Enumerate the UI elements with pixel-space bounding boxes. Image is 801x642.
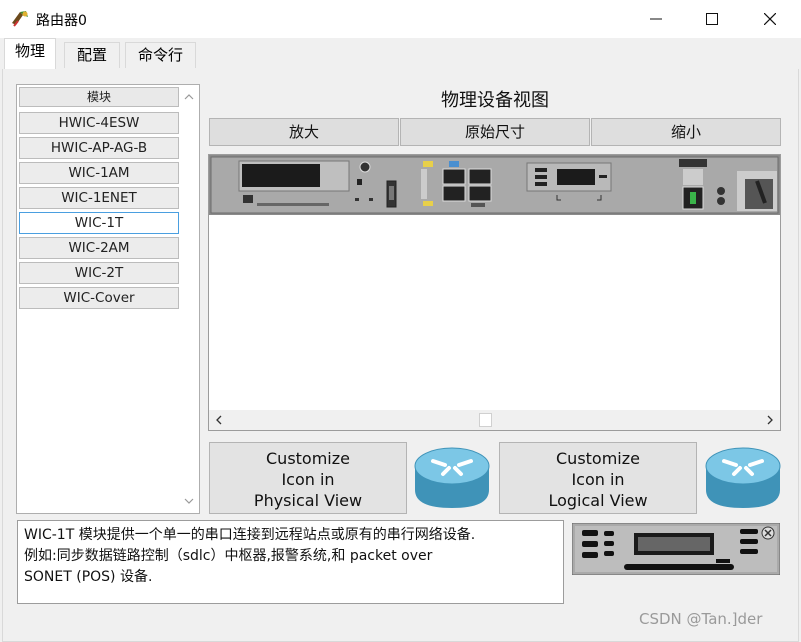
zoom-out-button[interactable]: 缩小	[591, 118, 781, 146]
router-icon	[705, 447, 781, 508]
close-button[interactable]	[742, 0, 798, 38]
module-list[interactable]: 模块 HWIC-4ESW HWIC-AP-AG-B WIC-1AM WIC-1E…	[16, 84, 200, 514]
module-list-scrollbar[interactable]	[179, 85, 199, 513]
device-view-hscrollbar[interactable]	[209, 410, 780, 430]
module-item[interactable]: WIC-2AM	[19, 237, 179, 259]
wic-1t-module-image	[572, 523, 780, 575]
scroll-left-icon[interactable]	[209, 410, 229, 430]
module-item[interactable]: HWIC-4ESW	[19, 112, 179, 134]
close-icon	[764, 13, 776, 25]
maximize-icon	[706, 13, 718, 25]
module-item[interactable]: WIC-2T	[19, 262, 179, 284]
zoom-in-button[interactable]: 放大	[209, 118, 399, 146]
module-item[interactable]: WIC-Cover	[19, 287, 179, 309]
original-size-button[interactable]: 原始尺寸	[400, 118, 590, 146]
customize-logical-icon-button[interactable]: Customize Icon in Logical View	[499, 442, 697, 514]
module-item[interactable]: WIC-1ENET	[19, 187, 179, 209]
scroll-up-icon[interactable]	[179, 87, 199, 107]
module-description: WIC-1T 模块提供一个单一的串口连接到远程站点或原有的串行网络设备. 例如:…	[17, 520, 564, 604]
scroll-down-icon[interactable]	[179, 491, 199, 511]
physical-view-title: 物理设备视图	[441, 90, 549, 111]
module-list-header: 模块	[19, 87, 179, 107]
module-item-selected[interactable]: WIC-1T	[19, 212, 179, 234]
router-icon	[414, 447, 490, 508]
minimize-icon	[650, 18, 662, 20]
customize-physical-icon-button[interactable]: Customize Icon in Physical View	[209, 442, 407, 514]
title-bar: 路由器0	[0, 0, 801, 38]
router-chassis-image[interactable]	[209, 155, 780, 215]
router-app-icon	[12, 11, 28, 27]
module-item[interactable]: HWIC-AP-AG-B	[19, 137, 179, 159]
tab-physical[interactable]: 物理	[4, 38, 57, 69]
scroll-thumb[interactable]	[479, 413, 492, 427]
window-client: 物理 配置 命令行 模块 HWIC-4ESW HWIC-AP-AG-B WIC-…	[0, 38, 801, 642]
tab-cli[interactable]: 命令行	[125, 42, 197, 68]
watermark: CSDN @Tan.]der	[639, 610, 763, 628]
window-title: 路由器0	[36, 13, 87, 29]
scroll-right-icon[interactable]	[760, 410, 780, 430]
tab-config[interactable]: 配置	[64, 42, 121, 68]
module-item[interactable]: WIC-1AM	[19, 162, 179, 184]
minimize-button[interactable]	[628, 0, 684, 38]
maximize-button[interactable]	[684, 0, 740, 38]
device-view	[208, 154, 781, 431]
